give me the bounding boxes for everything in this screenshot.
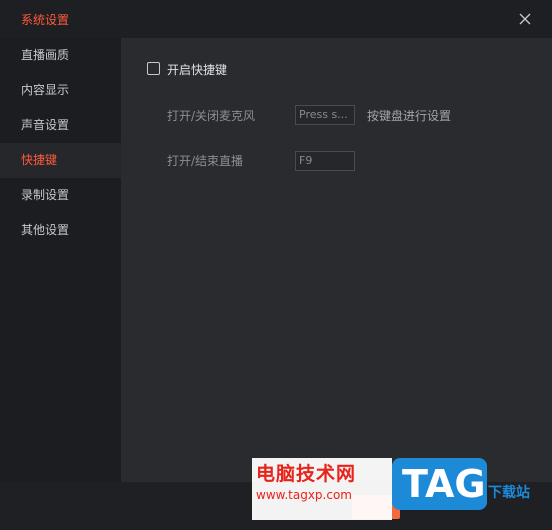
enable-hotkeys-label[interactable]: 开启快捷键	[167, 61, 227, 78]
title-bar	[0, 0, 552, 38]
watermark-badge-text: TAG	[402, 462, 486, 506]
sidebar-item-sound[interactable]: 声音设置	[0, 108, 121, 143]
live-hotkey-input[interactable]: F9	[295, 151, 355, 171]
sidebar-item-content-display[interactable]: 内容显示	[0, 73, 121, 108]
hotkey-hint: 按键盘进行设置	[367, 109, 452, 123]
watermark-side-text: 下载站	[488, 485, 530, 501]
mic-hotkey-input[interactable]: Press s...	[295, 105, 355, 125]
window-title: 系统设置	[21, 13, 70, 27]
close-icon[interactable]	[514, 8, 536, 30]
sidebar-item-recording[interactable]: 录制设置	[0, 178, 121, 213]
live-toggle-label: 打开/结束直播	[167, 154, 244, 168]
enable-hotkeys-checkbox[interactable]	[147, 62, 160, 75]
sidebar-item-video-quality[interactable]: 直播画质	[0, 38, 121, 73]
sidebar-item-hotkeys[interactable]: 快捷键	[0, 143, 121, 178]
watermark-title: 电脑技术网	[256, 463, 357, 485]
mic-toggle-label: 打开/关闭麦克风	[167, 109, 256, 123]
sidebar-item-other[interactable]: 其他设置	[0, 213, 121, 248]
watermark-url: www.tagxp.com	[256, 488, 352, 502]
